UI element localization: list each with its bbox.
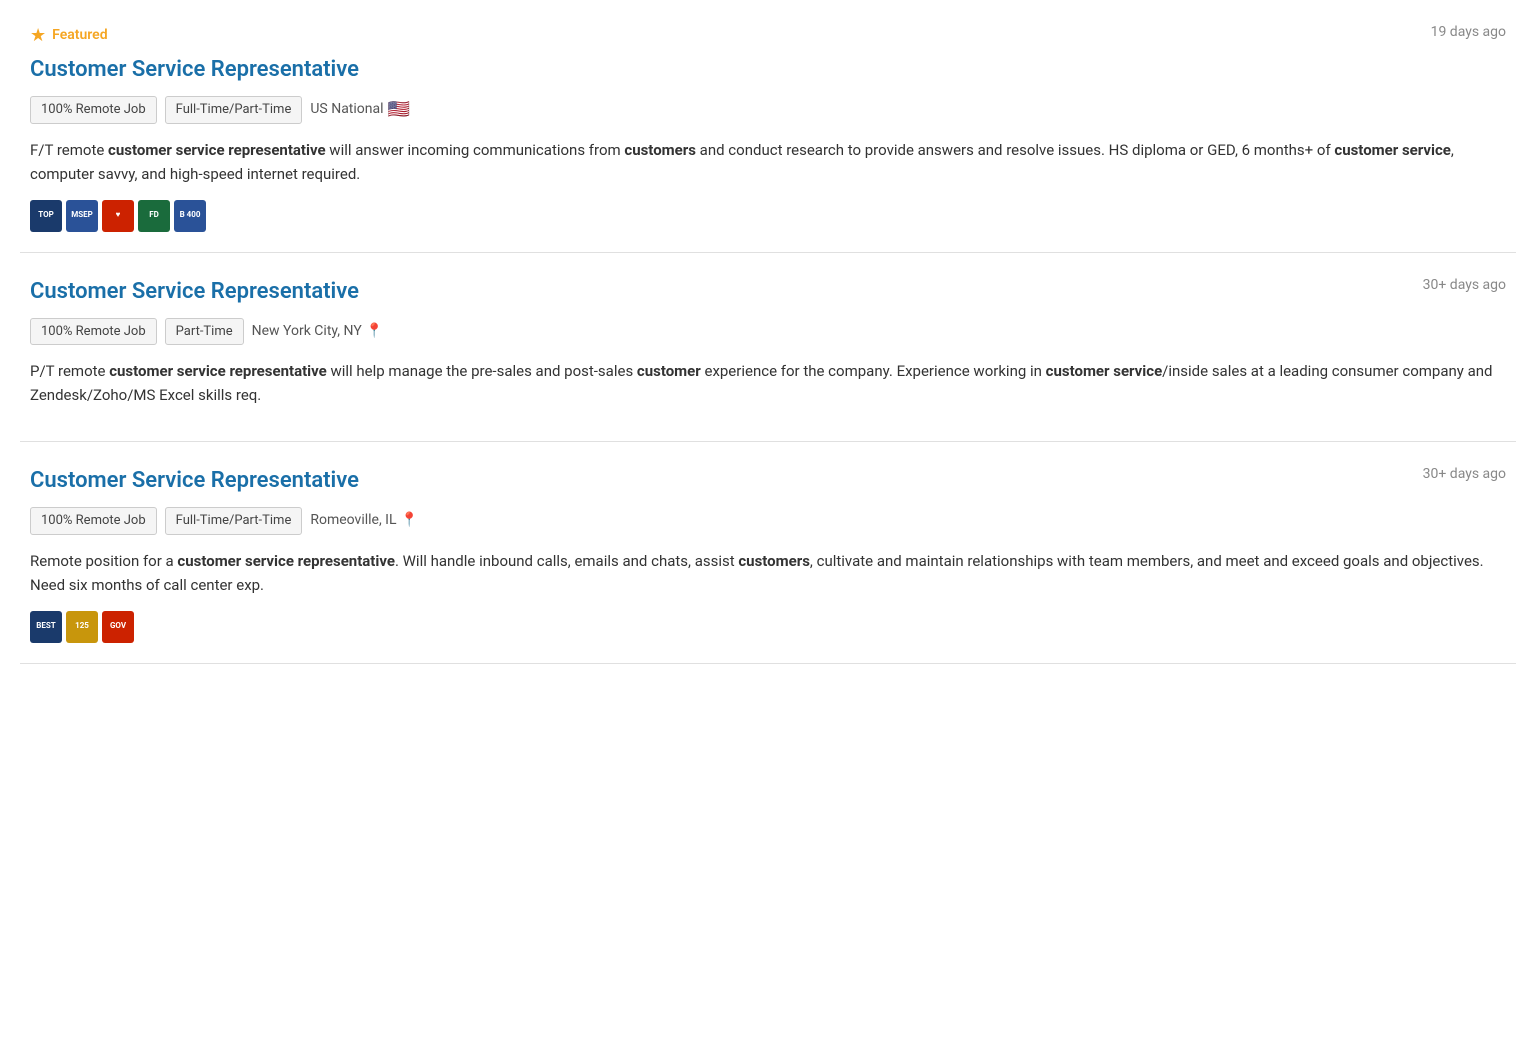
badge-4: FD <box>138 200 170 232</box>
tag-2: Full-Time/Part-Time <box>165 507 303 535</box>
job-description: Remote position for a customer service r… <box>30 549 1506 597</box>
location-pin-icon: 📍 <box>366 321 383 342</box>
location-text: New York City, NY <box>252 321 362 342</box>
badge-1: TOP <box>30 200 62 232</box>
badges-row: BEST125GOV <box>30 611 1506 643</box>
location-pin-icon: 📍 <box>401 510 418 531</box>
featured-label: Featured <box>52 25 107 46</box>
badge-3: GOV <box>102 611 134 643</box>
job-title[interactable]: Customer Service Representative <box>30 275 359 308</box>
tags-row: 100% Remote Job Part-Time New York City, N… <box>30 318 1506 346</box>
badge-2: MSEP <box>66 200 98 232</box>
job-timestamp: 30+ days ago <box>1423 464 1506 485</box>
job-card-2: 30+ days ago Customer Service Representat… <box>20 253 1516 443</box>
job-location: New York City, NY📍 <box>252 321 384 342</box>
featured-star-icon: ★ <box>30 22 46 49</box>
job-description: P/T remote customer service representati… <box>30 359 1506 407</box>
job-timestamp: 30+ days ago <box>1423 275 1506 296</box>
job-list: ★ Featured 19 days ago Customer Service R… <box>0 0 1536 664</box>
badge-3: ♥ <box>102 200 134 232</box>
tag-1: 100% Remote Job <box>30 507 157 535</box>
job-location: Romeoville, IL📍 <box>310 510 418 531</box>
badges-row: TOPMSEP♥FDB 400 <box>30 200 1506 232</box>
tag-2: Full-Time/Part-Time <box>165 96 303 124</box>
tags-row: 100% Remote Job Full-Time/Part-Time Romeov… <box>30 507 1506 535</box>
job-title[interactable]: Customer Service Representative <box>30 53 359 86</box>
tag-2: Part-Time <box>165 318 244 346</box>
job-title[interactable]: Customer Service Representative <box>30 464 359 497</box>
tags-row: 100% Remote Job Full-Time/Part-Time US Nat… <box>30 96 1506 124</box>
badge-5: B 400 <box>174 200 206 232</box>
job-card-1: ★ Featured 19 days ago Customer Service R… <box>20 0 1516 253</box>
job-card-3: 30+ days ago Customer Service Representat… <box>20 442 1516 664</box>
location-text: Romeoville, IL <box>310 510 396 531</box>
flag-icon: 🇺🇸 <box>388 96 410 123</box>
badge-2: 125 <box>66 611 98 643</box>
job-location: US National🇺🇸 <box>310 96 410 123</box>
tag-1: 100% Remote Job <box>30 96 157 124</box>
badge-1: BEST <box>30 611 62 643</box>
location-text: US National <box>310 99 383 120</box>
featured-badge: ★ Featured <box>30 22 1506 49</box>
tag-1: 100% Remote Job <box>30 318 157 346</box>
job-timestamp: 19 days ago <box>1431 22 1506 43</box>
job-description: F/T remote customer service representati… <box>30 138 1506 186</box>
